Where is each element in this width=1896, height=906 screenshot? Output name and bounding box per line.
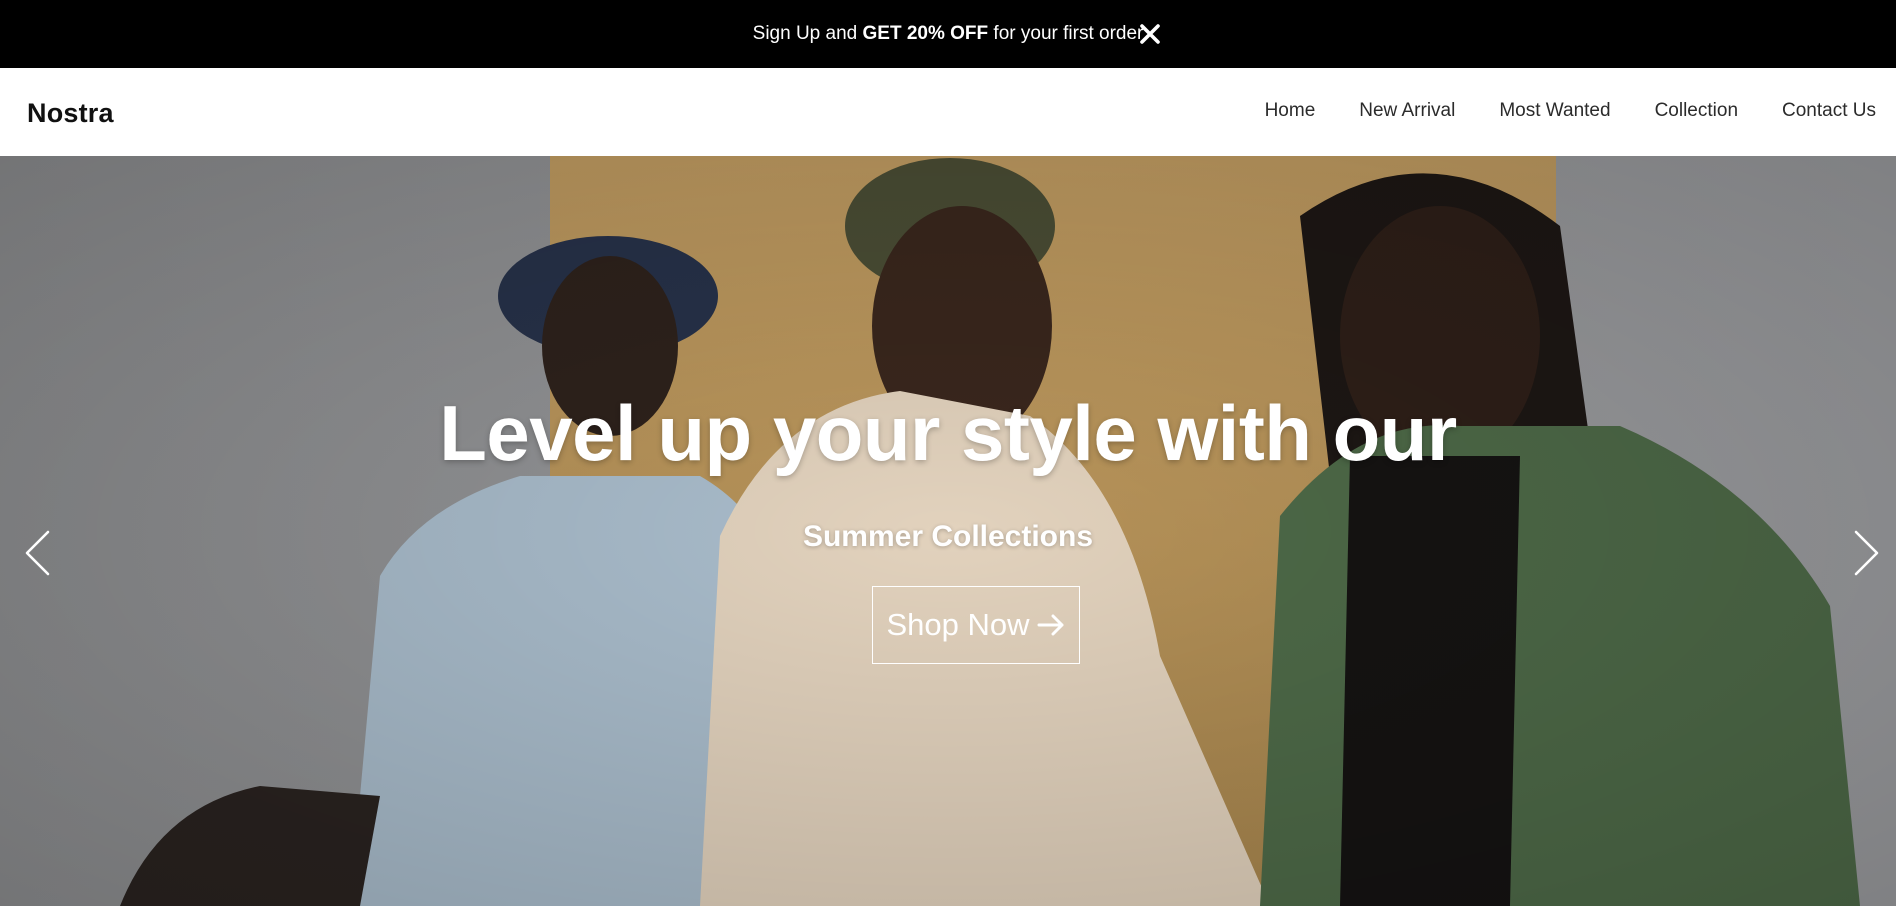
chevron-left-icon[interactable] [22,528,52,578]
nav-collection[interactable]: Collection [1655,100,1738,122]
announcement-bar: Sign Up and GET 20% OFF for your first o… [0,0,1896,68]
announcement-text: Sign Up and GET 20% OFF for your first o… [753,23,1144,45]
nav-home[interactable]: Home [1265,100,1316,122]
close-icon[interactable] [1136,20,1164,48]
arrow-right-icon [1037,614,1064,636]
hero-banner: Level up your style with our Summer Coll… [0,156,1896,906]
site-header: Nostra Home New Arrival Most Wanted Coll… [0,68,1896,156]
shop-now-label: Shop Now [886,607,1030,642]
nav-new-arrival[interactable]: New Arrival [1359,100,1455,122]
announcement-text-start: Sign Up and [752,23,863,44]
hero-subtitle: Summer Collections [802,520,1094,553]
nav-most-wanted[interactable]: Most Wanted [1499,100,1610,122]
announcement-text-end: for your first order [988,23,1144,44]
nav-contact-us[interactable]: Contact Us [1782,100,1876,122]
hero-title: Level up your style with our [439,389,1457,477]
shop-now-button[interactable]: Shop Now [872,586,1080,664]
announcement-discount: GET 20% OFF [862,23,989,44]
chevron-right-icon[interactable] [1852,528,1882,578]
main-nav: Home New Arrival Most Wanted Collection … [1221,100,1876,122]
brand-logo[interactable]: Nostra [27,98,114,129]
